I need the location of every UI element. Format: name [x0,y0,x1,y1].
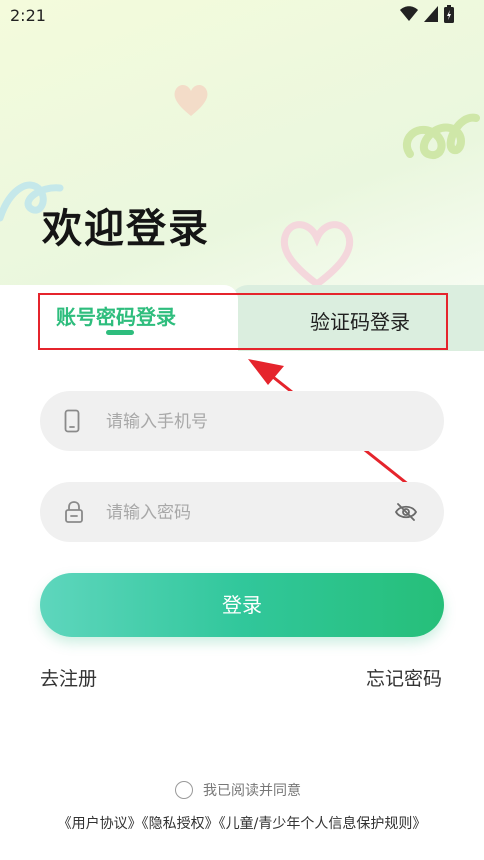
battery-icon [444,5,454,23]
policy-links[interactable]: 《用户协议》《隐私授权》《儿童/青少年个人信息保护规则》 [0,813,484,833]
forgot-password-link[interactable]: 忘记密码 [366,664,442,691]
signal-icon [424,6,438,22]
decorative-heart-icon [174,85,208,116]
password-input[interactable] [104,482,408,544]
phone-field[interactable] [40,391,444,453]
lock-icon [65,501,83,523]
annotation-highlight-box [38,293,448,350]
agreement-row: 我已阅读并同意 [175,780,301,800]
decorative-outline-heart-icon [280,221,354,289]
phone-input[interactable] [104,391,408,453]
wifi-icon [400,6,418,21]
status-bar: 2:21 [0,0,484,32]
register-link[interactable]: 去注册 [40,664,97,691]
phone-icon [64,409,80,433]
page-title: 欢迎登录 [42,206,210,252]
login-button[interactable]: 登录 [40,573,444,637]
status-time: 2:21 [10,6,46,25]
agreement-text: 我已阅读并同意 [203,783,301,799]
agreement-checkbox[interactable] [175,781,193,799]
decorative-swirl-icon [402,113,480,160]
hide-password-eye-icon[interactable] [394,501,418,523]
password-field[interactable] [40,482,444,544]
